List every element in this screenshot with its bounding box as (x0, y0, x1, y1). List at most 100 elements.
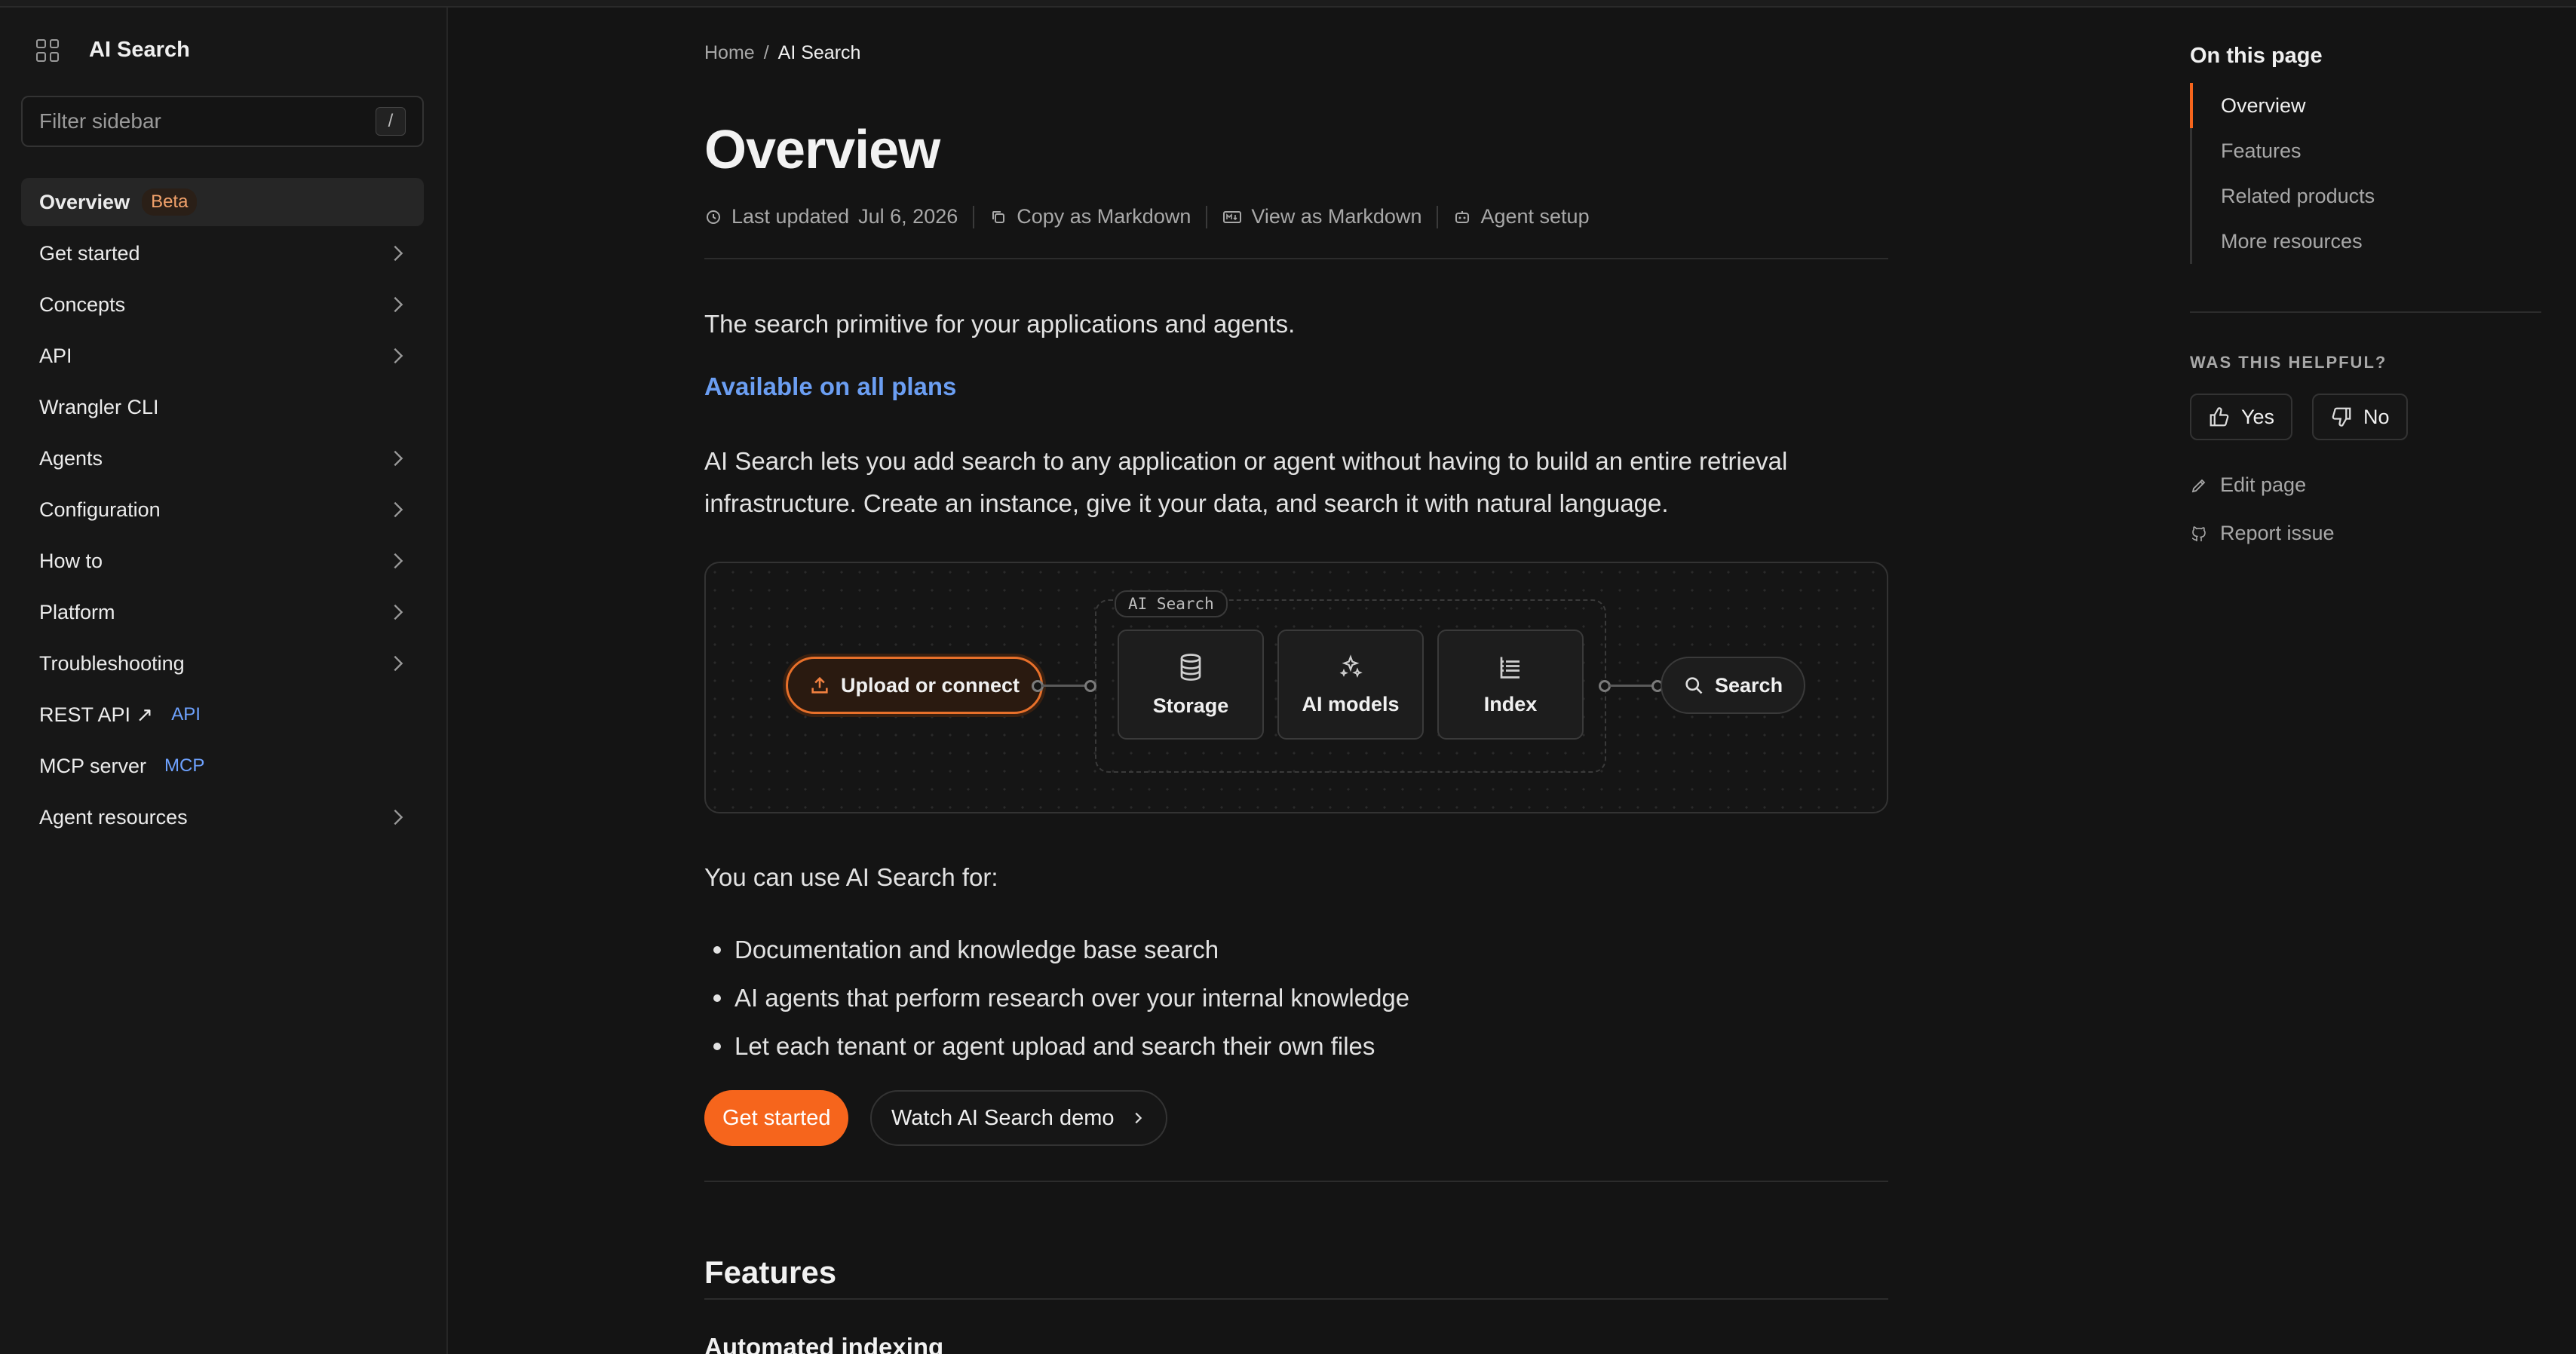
toc-item-more-resources[interactable]: More resources (2192, 219, 2375, 264)
sidebar-item-get-started[interactable]: Get started (21, 229, 424, 277)
yes-label: Yes (2241, 405, 2275, 428)
yes-button[interactable]: Yes (2190, 394, 2293, 440)
history-icon (707, 210, 720, 224)
chevron-right-icon (394, 245, 403, 262)
sidebar-item-label: Concepts (39, 293, 126, 316)
sidebar-title[interactable]: AI Search (89, 38, 190, 63)
sidebar-item-label: Wrangler CLI (39, 395, 159, 418)
index-label: Index (1483, 692, 1538, 715)
automated-indexing-heading: Automated indexing (704, 1333, 944, 1354)
edit-page-link[interactable]: Edit page (2190, 473, 2306, 497)
no-button[interactable]: No (2312, 394, 2408, 440)
search-label: Search (1715, 673, 1783, 697)
watch-demo-label: Watch AI Search demo (891, 1105, 1115, 1130)
features-heading: Features (704, 1254, 837, 1290)
sidebar-item-overview[interactable]: Overview Beta (21, 178, 424, 226)
sidebar-item-mcp-server[interactable]: MCP server MCP (21, 742, 424, 790)
architecture-diagram: AI Search Upload or connect Storage AI m… (704, 562, 1888, 813)
sidebar-item-label: Platform (39, 600, 115, 623)
toc-item-features[interactable]: Features (2192, 128, 2375, 173)
last-updated: Last updated Jul 6, 2026 (704, 205, 973, 228)
copy-icon (992, 210, 1005, 223)
mcp-badge: MCP (164, 755, 205, 776)
beta-badge: Beta (142, 188, 198, 216)
view-markdown-label: View as Markdown (1251, 205, 1422, 228)
storage-node: Storage (1118, 630, 1264, 740)
meta-divider (973, 205, 975, 228)
chevron-right-icon (394, 655, 403, 672)
sidebar-item-rest-api[interactable]: REST API ↗ API (21, 691, 424, 739)
uses-list: Documentation and knowledge base search … (704, 926, 1409, 1071)
sidebar-item-label: Overview (39, 190, 130, 213)
sidebar-item-label: Troubleshooting (39, 651, 185, 675)
sidebar-item-label: How to (39, 549, 103, 572)
sidebar-header: AI Search (36, 38, 190, 63)
page-meta: Last updated Jul 6, 2026 Copy as Markdow… (704, 205, 1605, 228)
breadcrumb-home[interactable]: Home (704, 42, 755, 64)
index-node: Index (1437, 630, 1584, 740)
pencil-icon (2191, 479, 2206, 492)
sidebar-filter[interactable]: / (21, 96, 424, 147)
agent-setup-label: Agent setup (1480, 205, 1590, 228)
sidebar-item-how-to[interactable]: How to (21, 537, 424, 585)
connector-line (1042, 685, 1087, 687)
sidebar-item-api[interactable]: API (21, 332, 424, 380)
sidebar-item-label: Configuration (39, 498, 161, 521)
edit-page-label: Edit page (2220, 473, 2307, 496)
sidebar-item-label: Get started (39, 241, 140, 265)
grid-icon[interactable] (36, 38, 59, 62)
view-markdown-button[interactable]: View as Markdown (1222, 205, 1437, 228)
last-updated-label: Last updated (731, 205, 850, 228)
shortcut-key: / (376, 107, 406, 136)
sidebar-item-configuration[interactable]: Configuration (21, 486, 424, 534)
list-item: Documentation and knowledge base search (704, 926, 1409, 974)
chevron-right-icon (394, 348, 403, 364)
filter-sidebar-input[interactable] (39, 109, 376, 133)
toc-list: Overview Features Related products More … (2189, 83, 2375, 264)
page-title: Overview (704, 120, 940, 180)
sidebar-item-concepts[interactable]: Concepts (21, 280, 424, 329)
ai-models-label: AI models (1302, 692, 1400, 715)
sidebar-item-agent-resources[interactable]: Agent resources (21, 793, 424, 841)
ai-search-group-label: AI Search (1115, 590, 1228, 617)
thumbs-up-icon (2210, 407, 2229, 427)
sidebar: AI Search / Overview Beta Get started Co… (0, 8, 448, 1354)
divider (704, 1181, 1888, 1182)
sidebar-nav: Overview Beta Get started Concepts API W… (21, 178, 424, 844)
sidebar-item-agents[interactable]: Agents (21, 434, 424, 482)
storage-label: Storage (1152, 694, 1229, 717)
description-text: AI Search lets you add search to any app… (704, 447, 1788, 517)
intro-text: The search primitive for your applicatio… (704, 310, 1296, 338)
connector-line (1609, 685, 1654, 687)
sidebar-item-wrangler-cli[interactable]: Wrangler CLI (21, 383, 424, 431)
chevron-right-icon (394, 501, 403, 518)
sidebar-item-troubleshooting[interactable]: Troubleshooting (21, 639, 424, 688)
copy-markdown-label: Copy as Markdown (1017, 205, 1191, 228)
divider (704, 1298, 1888, 1300)
copy-markdown-button[interactable]: Copy as Markdown (989, 205, 1206, 228)
watch-demo-button[interactable]: Watch AI Search demo (870, 1090, 1167, 1146)
markdown-icon (1223, 210, 1242, 223)
toc-item-related-products[interactable]: Related products (2192, 173, 2375, 219)
report-issue-link[interactable]: Report issue (2190, 522, 2335, 545)
get-started-button[interactable]: Get started (704, 1090, 849, 1146)
upload-icon (811, 676, 828, 694)
agent-setup-button[interactable]: Agent setup (1453, 205, 1604, 228)
sidebar-item-platform[interactable]: Platform (21, 588, 424, 636)
github-icon (2191, 525, 2206, 541)
breadcrumb-current[interactable]: AI Search (778, 42, 861, 64)
toc-item-overview[interactable]: Overview (2189, 83, 2375, 128)
divider (704, 258, 1888, 259)
sidebar-item-label: Agent resources (39, 805, 188, 829)
chevron-right-icon (394, 553, 403, 569)
chevron-right-icon (394, 809, 403, 826)
plans-link[interactable]: Available on all plans (704, 372, 956, 401)
sidebar-item-label: API (39, 344, 72, 367)
thumbs-down-icon (2332, 407, 2351, 427)
helpful-label: WAS THIS HELPFUL? (2190, 353, 2387, 372)
meta-divider (1437, 205, 1439, 228)
list-item: AI agents that perform research over you… (704, 974, 1409, 1022)
no-label: No (2363, 405, 2390, 428)
upload-label: Upload or connect (841, 673, 1020, 697)
search-node: Search (1661, 657, 1806, 714)
